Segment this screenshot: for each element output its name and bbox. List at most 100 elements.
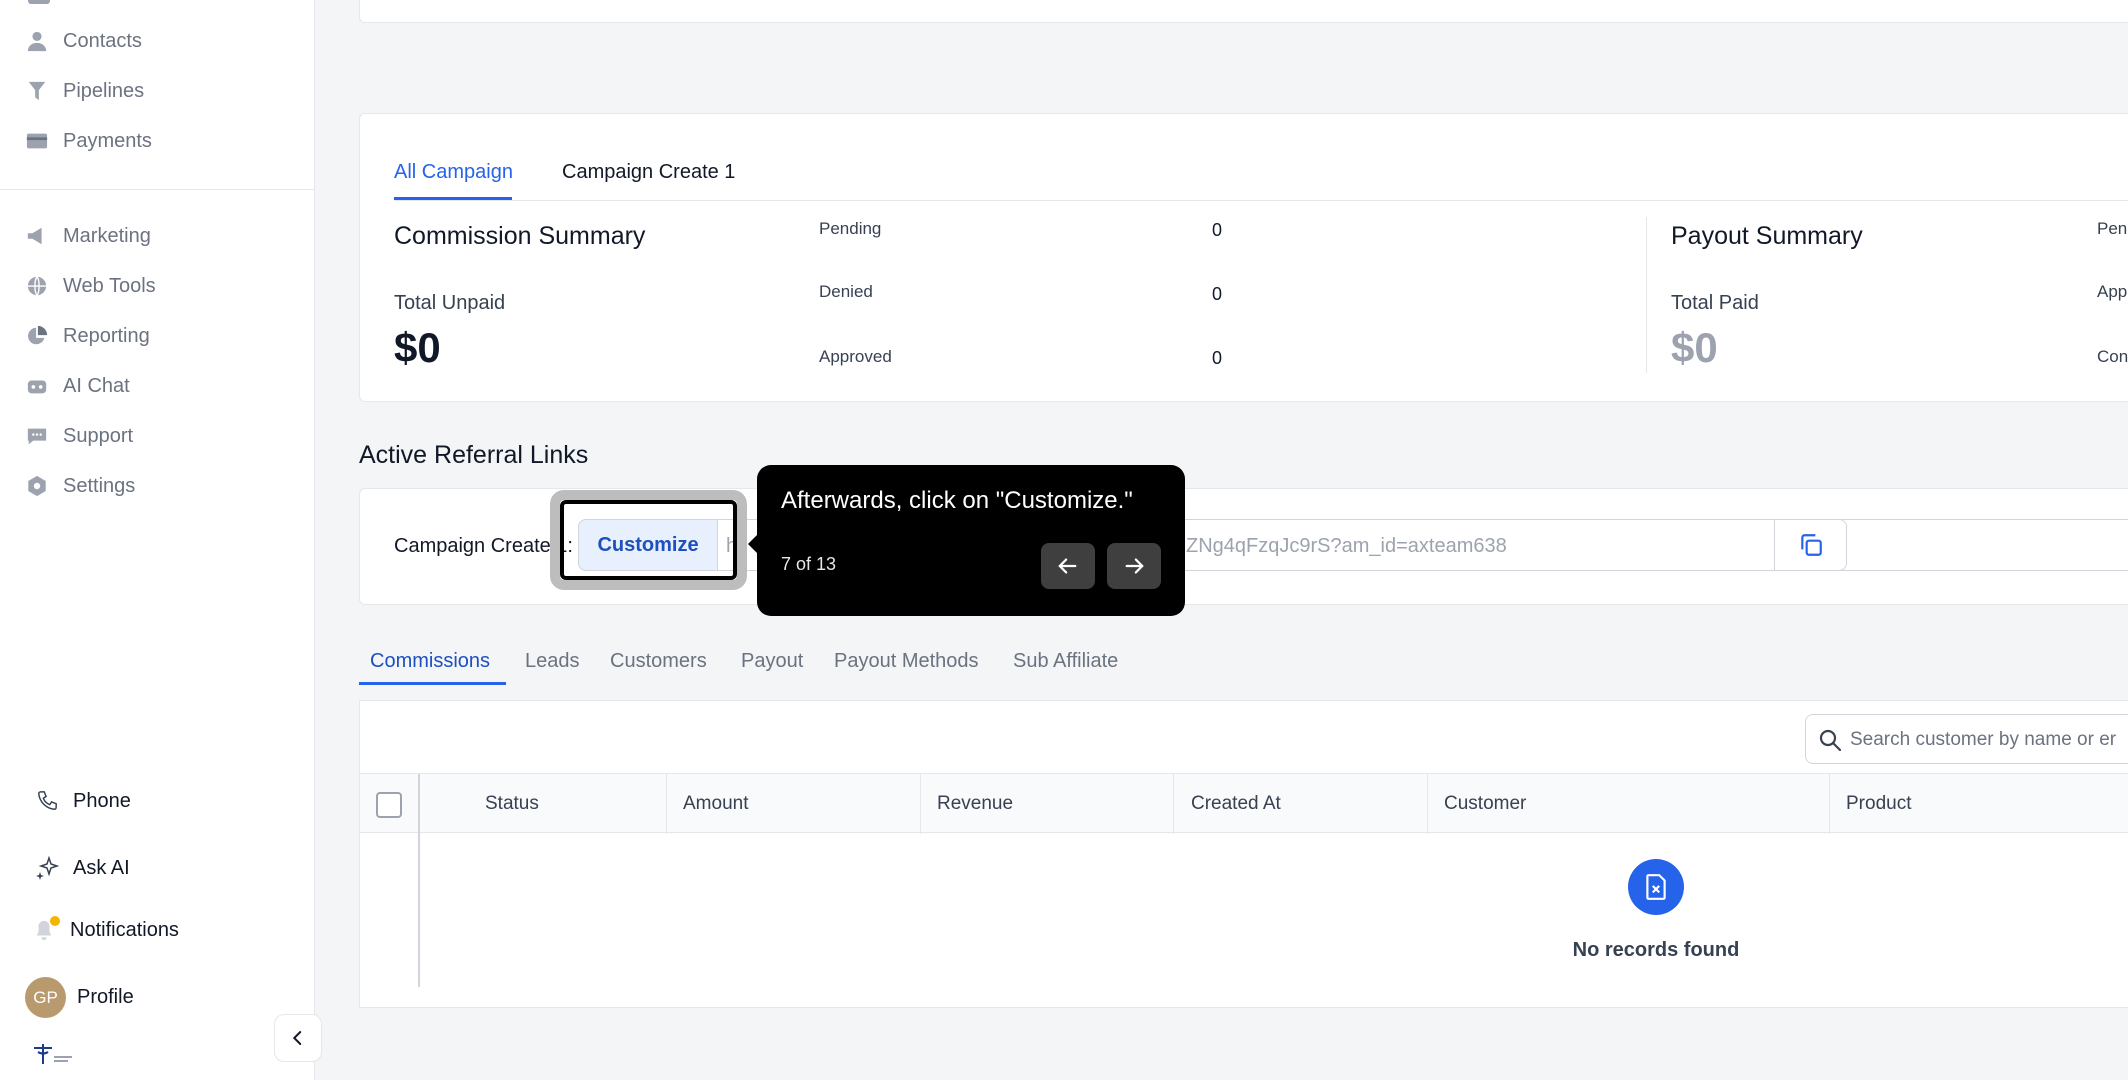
sidebar-item-label: Payments [63, 129, 152, 152]
no-records-icon [1628, 859, 1684, 915]
column-created-at[interactable]: Created At [1191, 774, 1281, 834]
referral-link-url[interactable]: ZNg4qFzqJc9rS?am_id=axteam638 [1186, 535, 1507, 558]
sidebar-item-payments[interactable]: Payments [25, 121, 152, 161]
bell-icon [32, 916, 60, 942]
sidebar-item-label: Settings [63, 474, 136, 497]
robot-icon [25, 374, 49, 398]
funnel-icon [25, 79, 49, 103]
payout-pending-label: Pen [2097, 219, 2128, 238]
sparkle-icon [35, 856, 59, 880]
active-referral-links-title: Active Referral Links [359, 441, 589, 469]
top-card [359, 0, 2128, 23]
column-status[interactable]: Status [485, 774, 539, 834]
column-amount[interactable]: Amount [683, 774, 748, 834]
payout-summary-title: Payout Summary [1671, 222, 1863, 250]
file-x-icon [1646, 874, 1666, 900]
column-revenue[interactable]: Revenue [937, 774, 1013, 834]
collapse-sidebar-button[interactable] [274, 1014, 322, 1062]
total-paid-value: $0 [1671, 324, 1718, 371]
sidebar-item-support[interactable]: Support [25, 416, 133, 456]
phone-label: Phone [73, 789, 131, 812]
ask-ai-label: Ask AI [73, 856, 130, 879]
walkthrough-highlight [550, 490, 747, 590]
tab-sub-affiliate[interactable]: Sub Affiliate [1013, 650, 1118, 673]
tabs-divider [394, 200, 2128, 201]
globe-icon [25, 274, 49, 298]
notifications-label: Notifications [70, 918, 179, 941]
search-icon [1819, 729, 1842, 752]
sidebar-divider [0, 189, 315, 190]
tab-payout-methods[interactable]: Payout Methods [834, 650, 979, 673]
partial-icon [28, 0, 50, 4]
table-header: Status Amount Revenue Created At Custome… [360, 773, 2128, 834]
column-product[interactable]: Product [1846, 774, 1911, 834]
phone-icon [35, 789, 59, 813]
tooltip-next-button[interactable] [1107, 543, 1161, 589]
empty-state-text: No records found [1572, 939, 1740, 961]
sidebar-item-ask-ai[interactable]: Ask AI [35, 848, 130, 888]
tooltip-step-counter: 7 of 13 [781, 554, 837, 574]
card-icon [25, 129, 49, 153]
select-all-checkbox[interactable] [376, 792, 402, 818]
chevron-left-icon [292, 1031, 302, 1045]
total-unpaid-value: $0 [394, 324, 441, 371]
gear-icon [25, 474, 49, 498]
sidebar-item-reporting[interactable]: Reporting [25, 316, 150, 356]
table-card: Search customer by name or er Status Amo… [359, 700, 2128, 1008]
sidebar-item-label: AI Chat [63, 374, 130, 397]
walkthrough-tooltip: Afterwards, click on "Customize." 7 of 1… [748, 465, 1185, 616]
chat-bubble-icon [25, 424, 49, 448]
frozen-column-divider [418, 833, 420, 987]
brand-logo-icon [34, 1044, 72, 1064]
arrow-right-icon [1125, 558, 1144, 574]
sidebar: Contacts Pipelines Payments Marketing We… [0, 0, 315, 1080]
tab-leads[interactable]: Leads [525, 650, 580, 673]
total-paid-label: Total Paid [1671, 292, 1759, 314]
sidebar-item-label: Pipelines [63, 79, 145, 102]
sidebar-item-phone[interactable]: Phone [35, 781, 131, 821]
sidebar-item-settings[interactable]: Settings [25, 466, 135, 506]
payout-confirmed-label: Con [2097, 347, 2128, 366]
tab-payout[interactable]: Payout [741, 650, 803, 673]
column-separator [920, 774, 921, 834]
total-unpaid-label: Total Unpaid [394, 292, 506, 314]
highlight-inner-border [560, 500, 737, 580]
approved-label: Approved [819, 347, 892, 366]
denied-value: 0 [1212, 284, 1223, 304]
commission-summary-title: Commission Summary [394, 222, 646, 250]
tab-commissions[interactable]: Commissions [370, 650, 490, 673]
column-separator [666, 774, 667, 834]
denied-label: Denied [819, 282, 873, 301]
copy-link-button[interactable] [1774, 519, 1847, 571]
sidebar-item-pipelines[interactable]: Pipelines [25, 71, 144, 111]
active-tab-indicator [359, 682, 506, 685]
sidebar-item-web-tools[interactable]: Web Tools [25, 266, 156, 306]
data-tabs: Commissions Leads Customers Payout Payou… [359, 650, 2128, 685]
pie-chart-icon [25, 324, 49, 348]
sidebar-item-notifications[interactable]: Notifications [32, 910, 179, 950]
sidebar-item-marketing[interactable]: Marketing [25, 216, 151, 256]
notification-dot [50, 916, 60, 926]
sidebar-item-label: Contacts [63, 29, 142, 52]
pending-label: Pending [819, 219, 882, 238]
sidebar-item-label: Web Tools [63, 274, 156, 297]
avatar[interactable]: GP [25, 977, 66, 1018]
approved-value: 0 [1212, 348, 1223, 368]
campaign-link-label: Campaign Create 1: [394, 535, 573, 557]
sidebar-item-contacts[interactable]: Contacts [25, 21, 142, 61]
summary-card: All Campaign Campaign Create 1 Commissio… [359, 113, 2128, 402]
sidebar-item-ai-chat[interactable]: AI Chat [25, 366, 130, 406]
summary-divider [1646, 217, 1647, 373]
column-separator [1427, 774, 1428, 834]
copy-icon [1800, 534, 1822, 556]
sidebar-item-profile[interactable]: Profile [77, 977, 134, 1017]
tooltip-prev-button[interactable] [1041, 543, 1095, 589]
search-placeholder: Search customer by name or er [1850, 729, 2117, 750]
tab-all-campaign[interactable]: All Campaign [394, 161, 513, 184]
search-input[interactable]: Search customer by name or er [1805, 714, 2128, 764]
tab-customers[interactable]: Customers [610, 650, 707, 673]
column-customer[interactable]: Customer [1444, 774, 1526, 834]
tooltip-text: Afterwards, click on "Customize." [781, 487, 1133, 514]
tab-campaign-create-1[interactable]: Campaign Create 1 [562, 161, 735, 184]
pending-value: 0 [1212, 220, 1223, 240]
